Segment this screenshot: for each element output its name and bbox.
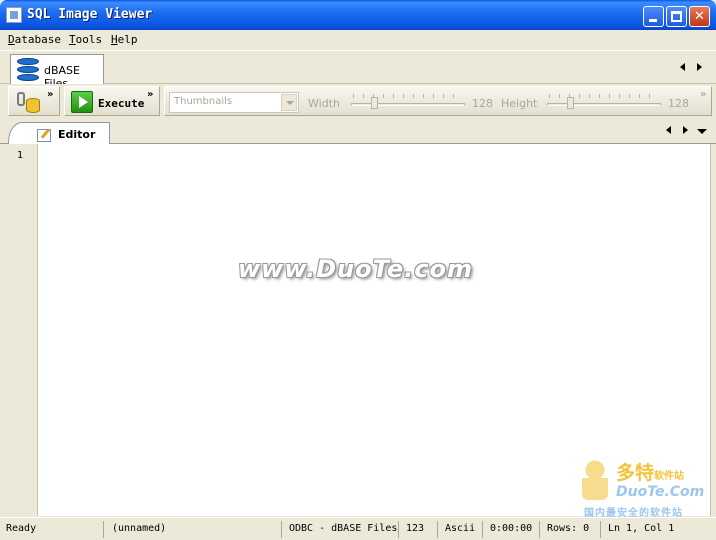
- connection-tab-strip: dBASE Files: [0, 50, 716, 90]
- tab-list-dropdown-icon[interactable]: [697, 129, 707, 134]
- status-connection: ODBC - dBASE Files: [283, 521, 399, 538]
- view-mode-value: Thumbnails: [174, 96, 233, 107]
- width-value: 128: [472, 97, 493, 110]
- edit-document-icon: [37, 129, 51, 142]
- status-elapsed-time: 0:00:00: [484, 521, 540, 538]
- minimize-button[interactable]: [643, 6, 664, 27]
- line-number: 1: [17, 150, 24, 161]
- height-slider[interactable]: [547, 93, 661, 113]
- connection-tab-dbase-files[interactable]: dBASE Files: [10, 54, 104, 90]
- connect-database-icon[interactable]: [15, 90, 41, 114]
- maximize-button[interactable]: [666, 6, 687, 27]
- menu-database[interactable]: Database: [8, 33, 61, 46]
- width-slider[interactable]: [351, 93, 465, 113]
- toolbar-execute-group: Execute »: [64, 86, 160, 116]
- logo-subtitle: 软件站: [654, 471, 684, 482]
- logo-domain: DuoTe.Com: [616, 484, 705, 500]
- height-label: Height: [501, 97, 538, 110]
- menu-help[interactable]: Help: [111, 33, 138, 46]
- watermark-logo: 多特 软件站 DuoTe.Com 国内最安全的软件站: [580, 456, 712, 519]
- tab-editor-label: Editor: [58, 128, 96, 141]
- execute-icon[interactable]: [71, 91, 93, 113]
- watermark-text: www.DuoTe.com: [238, 255, 473, 283]
- tab-scroll-left-icon[interactable]: [666, 126, 671, 134]
- close-icon: ✕: [694, 9, 705, 24]
- toolbar-overflow-chevron[interactable]: »: [47, 89, 53, 100]
- toolbar: » Execute » Thumbnails Width 128 Height …: [0, 84, 716, 118]
- minimize-icon: [649, 19, 657, 22]
- scroll-right-icon[interactable]: [697, 63, 702, 71]
- status-cursor-position: Ln 1, Col 1: [608, 523, 675, 534]
- view-mode-select[interactable]: Thumbnails: [169, 92, 299, 113]
- status-rows: Rows: 0: [541, 521, 601, 538]
- menu-tools[interactable]: Tools: [69, 33, 102, 46]
- status-bar: Ready (unnamed) ODBC - dBASE Files 123 A…: [0, 517, 716, 540]
- toolbar-view-group: Thumbnails Width 128 Height 128 »: [164, 86, 712, 116]
- toolbar-overflow-chevron-3[interactable]: »: [700, 89, 706, 100]
- logo-brand: 多特: [616, 462, 655, 484]
- menu-bar: Database Tools Help: [0, 30, 716, 50]
- line-number-gutter: 1: [5, 144, 38, 516]
- toolbar-connection-group: »: [8, 86, 60, 116]
- status-encoding-code: 123: [400, 521, 438, 538]
- status-encoding: Ascii: [439, 521, 483, 538]
- tab-scroll-right-icon[interactable]: [683, 126, 688, 134]
- maximize-icon: [671, 11, 682, 22]
- editor-tab-strip: Editor: [0, 118, 716, 145]
- toolbar-overflow-chevron-2[interactable]: »: [147, 89, 153, 100]
- execute-button[interactable]: Execute: [98, 97, 144, 110]
- width-label: Width: [308, 97, 340, 110]
- status-state: Ready: [0, 521, 104, 538]
- height-value: 128: [668, 97, 689, 110]
- app-icon[interactable]: [6, 7, 22, 23]
- scroll-left-icon[interactable]: [680, 63, 685, 71]
- tab-editor[interactable]: Editor: [8, 122, 110, 145]
- database-icon: [17, 58, 39, 82]
- mascot-icon: [582, 460, 608, 500]
- status-document: (unnamed): [106, 521, 282, 538]
- close-button[interactable]: ✕: [689, 6, 710, 27]
- title-bar[interactable]: SQL Image Viewer ✕: [0, 0, 716, 30]
- chevron-down-icon[interactable]: [281, 94, 297, 111]
- window-title: SQL Image Viewer: [27, 7, 153, 22]
